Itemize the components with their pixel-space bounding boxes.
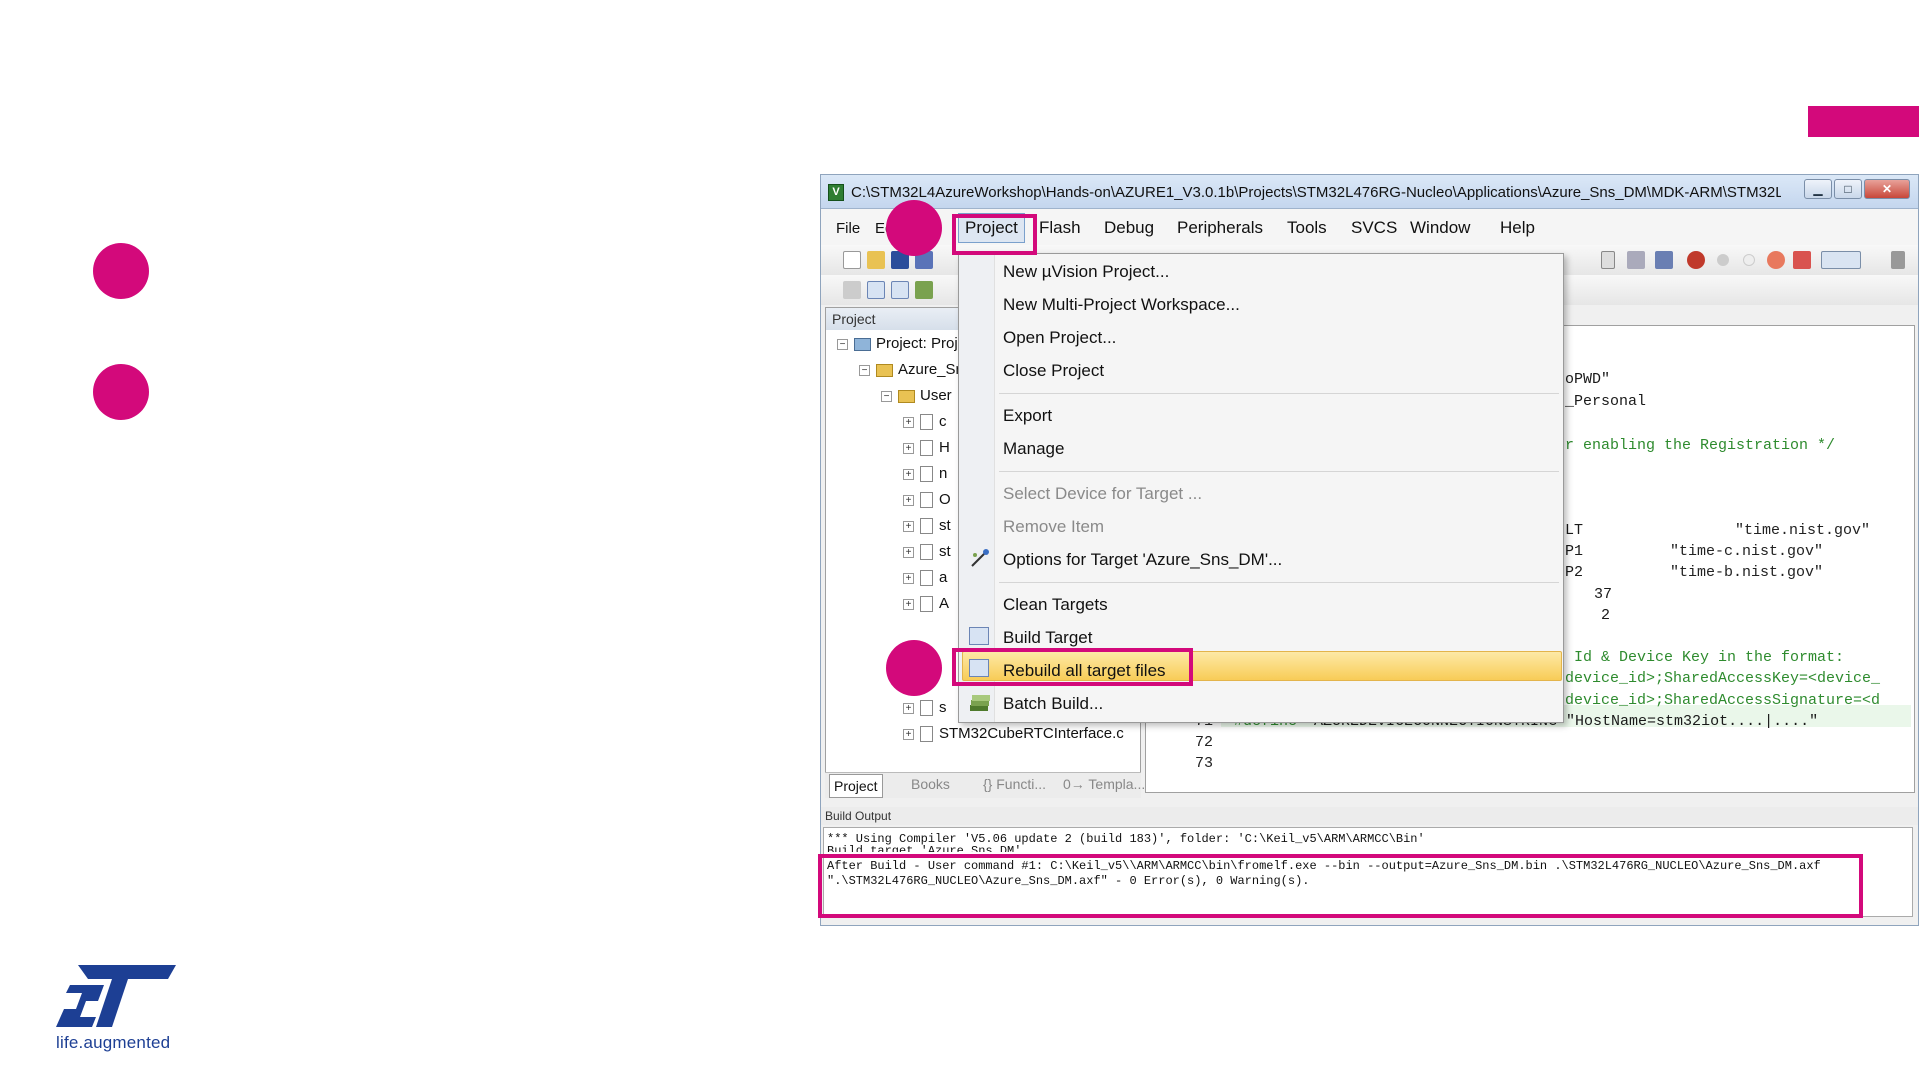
tab-functions[interactable]: {} Functi... <box>983 776 1046 792</box>
st-logo: life.augmented <box>56 965 186 1055</box>
menu-svcs[interactable]: SVCS <box>1351 218 1397 238</box>
tab-books[interactable]: Books <box>911 776 950 792</box>
bullet-marker-1 <box>93 243 149 299</box>
minimize-button[interactable]: ▁ <box>1804 179 1832 199</box>
new-file-icon[interactable] <box>843 251 861 269</box>
tree-file[interactable]: + H <box>903 439 950 457</box>
project-pane-tabs: Project Books {} Functi... 0→ Templa... <box>825 772 1145 798</box>
code-line: "time-c.nist.gov" <box>1670 543 1824 560</box>
target-dropdown-icon[interactable] <box>1601 251 1615 269</box>
menu-separator <box>999 471 1559 472</box>
kill-breakpoints-icon[interactable] <box>1793 251 1811 269</box>
st-logo-mark <box>56 965 176 1027</box>
code-line: "time-b.nist.gov" <box>1670 564 1824 581</box>
code-line: Id & Device Key in the format: <box>1565 649 1845 666</box>
tree-file[interactable]: + st <box>903 517 951 535</box>
code-line: _Personal <box>1565 393 1647 410</box>
code-line: device_id>;SharedAccessKey=<device_ <box>1565 670 1881 687</box>
tree-target[interactable]: − Azure_Sn <box>859 361 964 378</box>
open-folder-icon[interactable] <box>867 251 885 269</box>
batch-build-icon[interactable] <box>915 281 933 299</box>
menu-separator <box>999 582 1559 583</box>
code-line: oPWD" <box>1565 371 1611 388</box>
code-line: 37 <box>1594 586 1613 603</box>
menu-tools[interactable]: Tools <box>1287 218 1327 238</box>
line-number: 73 <box>1195 755 1214 772</box>
code-line: P2 <box>1565 564 1584 581</box>
find-file-icon[interactable] <box>1627 251 1645 269</box>
rebuild-highlight-box <box>952 648 1193 686</box>
tree-group-user[interactable]: − User <box>881 387 952 404</box>
menu-flash[interactable]: Flash <box>1039 218 1081 238</box>
configure-icon[interactable] <box>1891 251 1905 269</box>
code-line: r enabling the Registration */ <box>1565 437 1836 454</box>
tab-templates[interactable]: 0→ Templa... <box>1063 776 1145 792</box>
maximize-button[interactable]: □ <box>1834 179 1862 199</box>
translate-icon[interactable] <box>843 281 861 299</box>
clear-breakpoints-icon[interactable] <box>1767 251 1785 269</box>
menu-item-new-project[interactable]: New µVision Project... <box>1003 262 1169 282</box>
logo-tagline: life.augmented <box>56 1033 171 1052</box>
window-title: C:\STM32L4AzureWorkshop\Hands-on\AZURE1_… <box>851 184 1781 201</box>
code-line: "time.nist.gov" <box>1735 522 1871 539</box>
menu-item-select-device: Select Device for Target ... <box>1003 484 1203 503</box>
menu-item-clean-targets[interactable]: Clean Targets <box>1003 595 1108 615</box>
menu-item-build-target[interactable]: Build Target <box>1003 628 1092 648</box>
tree-file[interactable]: + n <box>903 465 947 483</box>
menu-file[interactable]: File <box>836 220 860 237</box>
code-line: device_id>;SharedAccessSignature=<d <box>1565 692 1881 709</box>
debug-start-icon[interactable] <box>1687 251 1705 269</box>
accent-bar <box>1808 106 1919 137</box>
rebuild-icon[interactable] <box>891 281 909 299</box>
tab-project[interactable]: Project <box>829 774 883 798</box>
line-number: 72 <box>1195 734 1214 751</box>
code-line: LT <box>1565 522 1584 539</box>
tree-file[interactable]: + a <box>903 569 947 587</box>
tree-file[interactable]: + st <box>903 543 951 561</box>
callout-marker-1 <box>886 200 942 256</box>
breakpoint-icon[interactable] <box>1717 254 1729 266</box>
tree-file-rtc[interactable]: + STM32CubeRTCInterface.c <box>903 725 1124 743</box>
tree-root[interactable]: − Project: Proje <box>837 335 966 352</box>
project-menu-highlight-box <box>952 214 1037 255</box>
tree-file[interactable]: + s <box>903 699 947 717</box>
menu-peripherals[interactable]: Peripherals <box>1177 218 1263 238</box>
menu-item-manage[interactable]: Manage <box>1003 439 1064 459</box>
menu-item-close-project[interactable]: Close Project <box>1003 361 1104 381</box>
menu-item-open-project[interactable]: Open Project... <box>1003 328 1116 348</box>
app-icon: V <box>828 184 844 201</box>
code-line: 2 <box>1601 607 1611 624</box>
build-output-header: Build Output <box>821 807 1918 825</box>
menu-help[interactable]: Help <box>1500 218 1535 238</box>
options-wand-icon <box>969 547 989 567</box>
menu-item-new-workspace[interactable]: New Multi-Project Workspace... <box>1003 295 1240 315</box>
menu-item-export[interactable]: Export <box>1003 406 1052 426</box>
browse-icon[interactable] <box>1655 251 1673 269</box>
build-target-icon <box>969 627 989 645</box>
menu-separator <box>999 393 1559 394</box>
close-button[interactable]: ✕ <box>1864 179 1910 199</box>
build-icon[interactable] <box>867 281 885 299</box>
code-line: P1 <box>1565 543 1584 560</box>
window-layout-icon[interactable] <box>1821 251 1861 269</box>
build-output-highlight-box <box>818 854 1863 918</box>
tree-file[interactable]: + O <box>903 491 951 509</box>
tree-file[interactable]: + A <box>903 595 949 613</box>
breakpoint-disable-icon[interactable] <box>1743 254 1755 266</box>
batch-build-icon <box>969 693 990 711</box>
menu-window[interactable]: Window <box>1410 218 1470 238</box>
menu-item-remove-item: Remove Item <box>1003 517 1105 536</box>
menu-item-options-for-target[interactable]: Options for Target 'Azure_Sns_DM'... <box>1003 550 1282 570</box>
menu-debug[interactable]: Debug <box>1104 218 1154 238</box>
menu-item-batch-build[interactable]: Batch Build... <box>1003 694 1103 714</box>
output-line: Build target 'Azure_Sns_DM' <box>827 844 1022 852</box>
bullet-marker-2 <box>93 364 149 420</box>
tree-file[interactable]: + c <box>903 413 947 431</box>
title-bar: V C:\STM32L4AzureWorkshop\Hands-on\AZURE… <box>821 175 1918 209</box>
callout-marker-2 <box>886 640 942 696</box>
